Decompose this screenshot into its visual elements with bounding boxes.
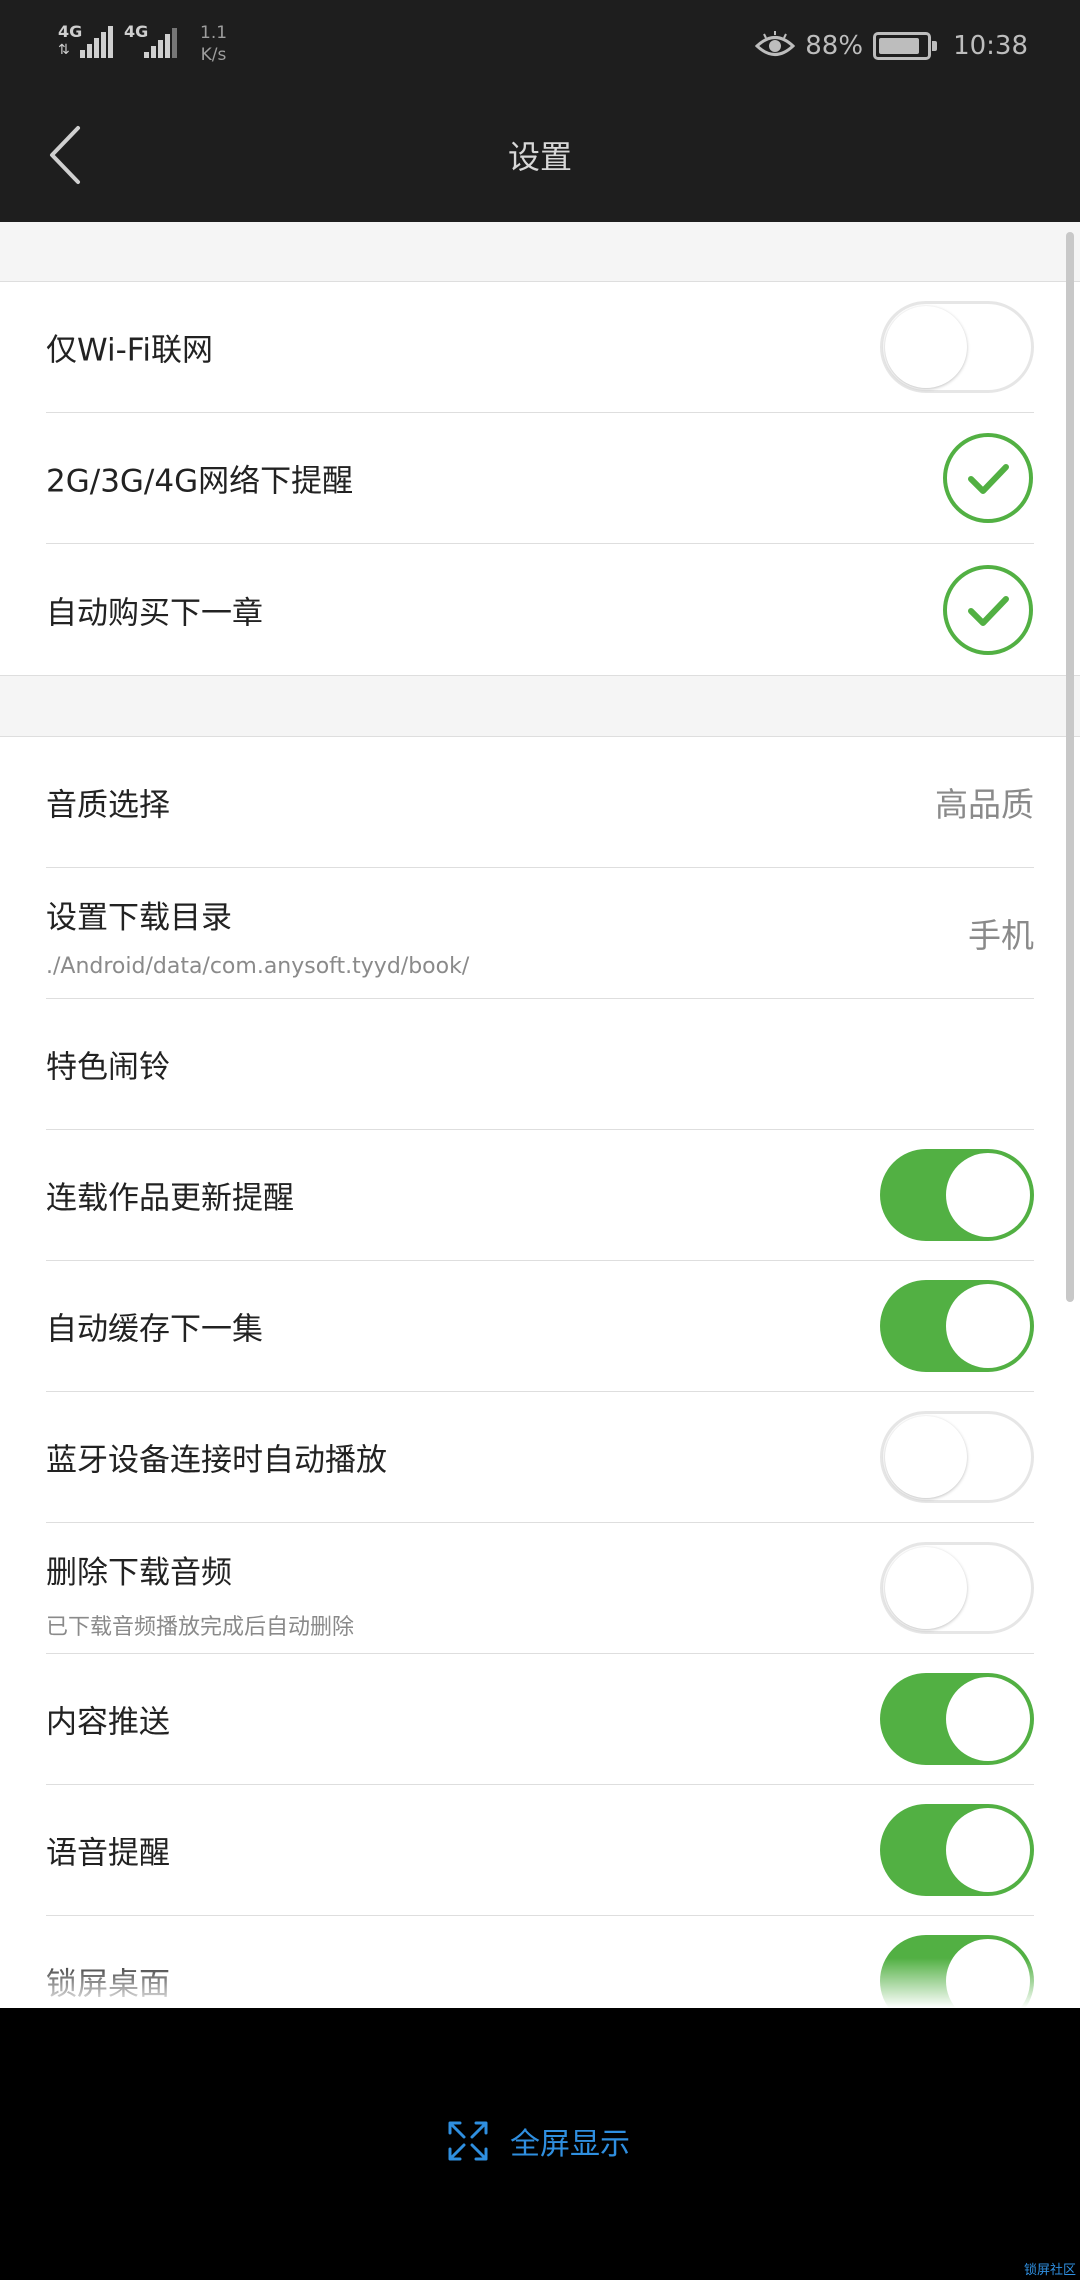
- setting-auto-buy-next[interactable]: 自动购买下一章: [46, 544, 1034, 675]
- voice-alert-toggle[interactable]: [880, 1804, 1034, 1896]
- setting-wifi-only[interactable]: 仅Wi-Fi联网: [46, 282, 1034, 413]
- settings-list[interactable]: 仅Wi-Fi联网 2G/3G/4G网络下提醒 自动购买下一章 音质选择 高品质 …: [0, 222, 1080, 2008]
- page-title: 设置: [507, 138, 572, 176]
- fullscreen-button[interactable]: 全屏显示: [448, 2116, 630, 2166]
- setting-label: 仅Wi-Fi联网: [46, 332, 213, 369]
- setting-lock-screen[interactable]: 锁屏桌面: [46, 1916, 1034, 2008]
- network-type-label: 4G: [58, 22, 83, 41]
- setting-audio-quality[interactable]: 音质选择 高品质: [46, 737, 1034, 868]
- checkmark-circle-icon[interactable]: [942, 564, 1034, 656]
- toggle-knob: [946, 1808, 1030, 1892]
- setting-mobile-network-alert[interactable]: 2G/3G/4G网络下提醒: [46, 413, 1034, 544]
- battery-icon: [873, 32, 938, 60]
- status-bar: 4G ⇅ 4G 1.1 K/s 88% 10:38: [0, 0, 1080, 90]
- bluetooth-autoplay-toggle[interactable]: [880, 1411, 1034, 1503]
- section-divider: [0, 222, 1080, 282]
- setting-serial-update[interactable]: 连载作品更新提醒: [46, 1130, 1034, 1261]
- app-bar: 设置: [0, 90, 1080, 222]
- checkmark-circle-icon[interactable]: [942, 432, 1034, 524]
- toggle-knob: [885, 1416, 967, 1498]
- setting-label: 语音提醒: [46, 1835, 170, 1872]
- setting-label: 锁屏桌面: [46, 1966, 170, 2003]
- speed-value: 1.1: [200, 23, 228, 43]
- setting-label: 自动购买下一章: [46, 595, 263, 631]
- speed-unit: K/s: [200, 45, 227, 65]
- network-speed: 1.1 K/s: [200, 22, 227, 66]
- content-push-toggle[interactable]: [880, 1673, 1034, 1765]
- setting-bluetooth-autoplay[interactable]: 蓝牙设备连接时自动播放: [46, 1392, 1034, 1523]
- setting-content-push[interactable]: 内容推送: [46, 1654, 1034, 1785]
- setting-download-dir[interactable]: 设置下载目录 ./Android/data/com.anysoft.tyyd/b…: [46, 868, 1034, 999]
- setting-label: 删除下载音频: [46, 1555, 232, 1591]
- status-right: 88% 10:38: [755, 28, 1028, 64]
- setting-auto-cache[interactable]: 自动缓存下一集: [46, 1261, 1034, 1392]
- section-divider: [0, 675, 1080, 737]
- toggle-knob: [885, 1547, 967, 1629]
- delete-download-toggle[interactable]: [880, 1542, 1034, 1634]
- setting-label: 音质选择: [46, 787, 170, 824]
- toggle-knob: [885, 306, 967, 388]
- setting-alarm[interactable]: 特色闹铃: [46, 999, 1034, 1130]
- serial-update-toggle[interactable]: [880, 1149, 1034, 1241]
- toggle-knob: [946, 1677, 1030, 1761]
- signal-bars: [80, 26, 114, 58]
- setting-label: 连载作品更新提醒: [46, 1180, 294, 1217]
- signal-bars: [144, 28, 178, 58]
- toggle-knob: [946, 1939, 1030, 2008]
- scrollbar[interactable]: [1066, 232, 1074, 1302]
- watermark: 锁屏社区: [1023, 2263, 1076, 2278]
- data-arrows-icon: ⇅: [58, 42, 70, 58]
- setting-value: 手机: [968, 916, 1034, 955]
- setting-label: 自动缓存下一集: [46, 1311, 263, 1348]
- auto-cache-toggle[interactable]: [880, 1280, 1034, 1372]
- setting-value: 高品质: [935, 785, 1034, 824]
- toggle-knob: [946, 1153, 1030, 1237]
- clock: 10:38: [953, 31, 1028, 61]
- setting-label: 2G/3G/4G网络下提醒: [46, 463, 354, 500]
- wifi-only-toggle[interactable]: [880, 301, 1034, 393]
- setting-label: 设置下载目录: [46, 900, 232, 936]
- setting-label: 特色闹铃: [46, 1049, 170, 1086]
- setting-label: 内容推送: [46, 1704, 170, 1741]
- setting-delete-download[interactable]: 删除下载音频 已下载音频播放完成后自动删除: [46, 1523, 1034, 1654]
- setting-voice-alert[interactable]: 语音提醒: [46, 1785, 1034, 1916]
- expand-icon: [448, 2121, 488, 2161]
- battery-fill: [879, 38, 920, 54]
- bottom-bar: 全屏显示 锁屏社区: [0, 2008, 1080, 2280]
- fullscreen-label: 全屏显示: [510, 2127, 630, 2162]
- download-path: ./Android/data/com.anysoft.tyyd/book/: [46, 954, 470, 979]
- lock-screen-toggle[interactable]: [880, 1935, 1034, 2008]
- battery-percent: 88%: [805, 31, 864, 61]
- setting-description: 已下载音频播放完成后自动删除: [46, 1615, 355, 1640]
- toggle-knob: [946, 1284, 1030, 1368]
- setting-label: 蓝牙设备连接时自动播放: [46, 1442, 387, 1479]
- eye-comfort-icon: [755, 31, 796, 56]
